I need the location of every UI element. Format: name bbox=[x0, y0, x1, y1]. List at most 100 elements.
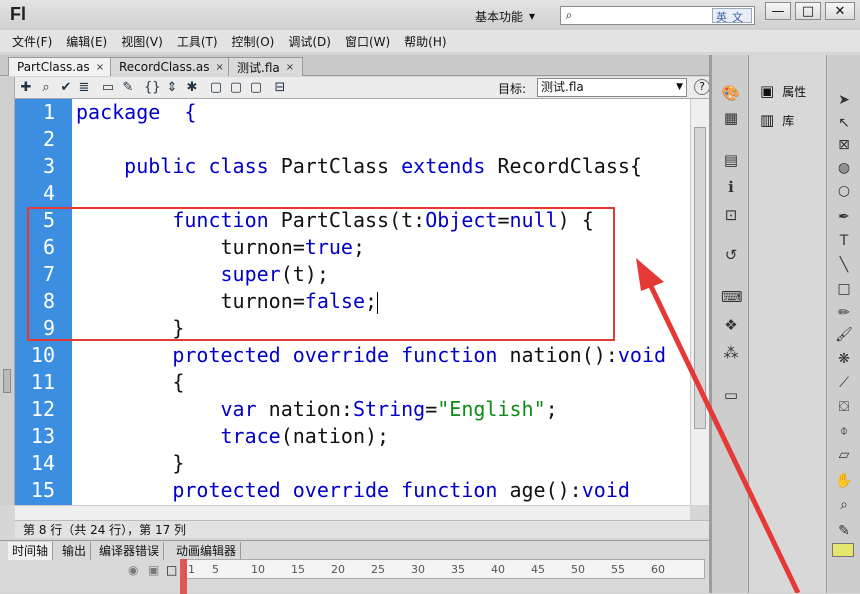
tab-motion-editor[interactable]: 动画编辑器 bbox=[172, 542, 242, 560]
pen-tool-icon[interactable]: ✒ bbox=[834, 207, 854, 227]
remove-comment-icon[interactable]: ▢ bbox=[248, 80, 264, 96]
check-syntax-icon[interactable]: ✔ bbox=[58, 80, 74, 96]
close-icon[interactable]: × bbox=[215, 62, 223, 73]
search-input[interactable] bbox=[577, 7, 687, 24]
3d-rotation-tool-icon[interactable]: ◍ bbox=[834, 158, 854, 178]
eyedropper-tool-icon[interactable]: ⌽ bbox=[834, 421, 854, 441]
ime-indicator[interactable]: 英文 bbox=[712, 8, 752, 24]
code-string: "English" bbox=[437, 397, 546, 421]
close-icon[interactable]: × bbox=[96, 62, 104, 73]
auto-format-icon[interactable]: ≣ bbox=[76, 80, 92, 96]
line-number: 12 bbox=[30, 397, 55, 421]
close-icon[interactable]: × bbox=[286, 62, 294, 73]
eraser-tool-icon[interactable]: ▱ bbox=[834, 445, 854, 465]
eye-icon[interactable]: ◉ bbox=[128, 563, 138, 577]
library-tab[interactable]: ▥ 库 bbox=[760, 111, 794, 129]
code-line[interactable]: protected override function nation():voi… bbox=[76, 342, 666, 369]
motion-presets-icon[interactable]: ⁂ bbox=[721, 343, 741, 363]
target-select[interactable]: 测试.fla ▼ bbox=[537, 78, 687, 97]
code-line[interactable]: } bbox=[76, 450, 184, 477]
tab-recordclass[interactable]: RecordClass.as × bbox=[110, 57, 233, 76]
minimize-button[interactable]: — bbox=[765, 2, 791, 20]
find-icon[interactable]: ⌕ bbox=[38, 80, 54, 96]
vertical-scrollbar[interactable] bbox=[690, 99, 709, 505]
help-search[interactable]: ⌕ 英文 bbox=[560, 6, 755, 25]
paint-bucket-tool-icon[interactable]: ⛋ bbox=[834, 397, 854, 417]
free-transform-tool-icon[interactable]: ⊠ bbox=[834, 135, 854, 155]
menu-help[interactable]: 帮助(H) bbox=[400, 33, 456, 50]
menu-edit[interactable]: 编辑(E) bbox=[62, 33, 117, 50]
help-icon[interactable]: ? bbox=[694, 79, 710, 95]
code-line[interactable]: var nation:String="English"; bbox=[76, 396, 558, 423]
properties-library-panel: ▣ 属性 ▥ 库 bbox=[750, 55, 827, 593]
tab-test-fla[interactable]: 测试.fla × bbox=[228, 57, 304, 76]
stroke-color-icon[interactable]: ✎ bbox=[834, 521, 854, 541]
color-palette-icon[interactable]: 🎨 bbox=[721, 83, 741, 103]
menu-view[interactable]: 视图(V) bbox=[117, 33, 173, 50]
debug-options-icon[interactable]: ✎ bbox=[120, 80, 136, 96]
fill-color-swatch[interactable] bbox=[832, 543, 854, 557]
tab-compiler-errors[interactable]: 编译器错误 bbox=[95, 542, 165, 560]
menu-tools[interactable]: 工具(T) bbox=[173, 33, 228, 50]
tab-output[interactable]: 输出 bbox=[58, 542, 92, 560]
subselection-tool-icon[interactable]: ↖ bbox=[834, 113, 854, 133]
brush-tool-icon[interactable]: 🖌 bbox=[834, 325, 854, 345]
code-snippets-icon[interactable]: ⌨ bbox=[721, 287, 743, 307]
horizontal-scrollbar[interactable] bbox=[15, 505, 690, 520]
code-line[interactable]: trace(nation); bbox=[76, 423, 390, 450]
components-icon[interactable]: ❖ bbox=[721, 315, 741, 335]
frame-tick: 50 bbox=[571, 563, 585, 576]
info-icon[interactable]: ℹ bbox=[721, 177, 741, 197]
history-icon[interactable]: ↺ bbox=[721, 245, 741, 265]
close-button[interactable]: ✕ bbox=[825, 2, 855, 20]
code-line[interactable]: { bbox=[76, 369, 184, 396]
collapse-handle[interactable] bbox=[3, 369, 11, 393]
outline-icon[interactable]: □ bbox=[166, 563, 177, 577]
collapse-between-braces-icon[interactable]: {} bbox=[144, 80, 161, 96]
workspace-switcher[interactable]: 基本功能 ▾ bbox=[465, 6, 545, 26]
code-line[interactable]: protected override function age():void bbox=[76, 477, 630, 504]
apply-line-comment-icon[interactable]: ▢ bbox=[228, 80, 244, 96]
line-number: 3 bbox=[42, 154, 55, 178]
menu-file[interactable]: 文件(F) bbox=[8, 33, 62, 50]
frame-ruler[interactable]: 1 5 10 15 20 25 30 35 40 45 50 55 60 bbox=[185, 559, 705, 579]
tab-timeline[interactable]: 时间轴 bbox=[8, 542, 54, 560]
code-keyword: void bbox=[581, 478, 630, 502]
deco-tool-icon[interactable]: ❋ bbox=[834, 349, 854, 369]
transform-icon[interactable]: ⊡ bbox=[721, 205, 741, 225]
lasso-tool-icon[interactable]: ○ bbox=[834, 181, 854, 201]
swatches-icon[interactable]: ▦ bbox=[721, 108, 741, 128]
menu-debug[interactable]: 调试(D) bbox=[284, 33, 341, 50]
zoom-tool-icon[interactable]: ⌕ bbox=[834, 495, 854, 515]
code-keyword: protected override function bbox=[172, 478, 498, 502]
code-line[interactable]: public class PartClass extends RecordCla… bbox=[76, 153, 642, 180]
playhead[interactable] bbox=[180, 559, 187, 594]
menu-control[interactable]: 控制(O) bbox=[228, 33, 285, 50]
hand-tool-icon[interactable]: ✋ bbox=[834, 471, 854, 491]
collapse-selection-icon[interactable]: ⇕ bbox=[164, 80, 180, 96]
tab-partclass[interactable]: PartClass.as × bbox=[8, 57, 114, 76]
pencil-tool-icon[interactable]: ✏ bbox=[834, 303, 854, 323]
code-line[interactable]: package { bbox=[76, 99, 196, 126]
selection-tool-icon[interactable]: ➤ bbox=[834, 90, 854, 110]
properties-tab[interactable]: ▣ 属性 bbox=[760, 82, 806, 100]
bone-tool-icon[interactable]: ⟋ bbox=[834, 373, 854, 393]
expand-all-icon[interactable]: ✱ bbox=[184, 80, 200, 96]
code-keyword: var bbox=[220, 397, 257, 421]
show-hide-toolbox-icon[interactable]: ⊟ bbox=[272, 80, 288, 96]
apply-block-comment-icon[interactable]: ▢ bbox=[208, 80, 224, 96]
rectangle-tool-icon[interactable]: □ bbox=[834, 279, 854, 299]
add-statement-icon[interactable]: ✚ bbox=[18, 80, 34, 96]
line-tool-icon[interactable]: ╲ bbox=[834, 255, 854, 275]
maximize-button[interactable]: □ bbox=[795, 2, 821, 20]
align-icon[interactable]: ▤ bbox=[721, 150, 741, 170]
text-tool-icon[interactable]: T bbox=[834, 231, 854, 251]
project-icon[interactable]: ▭ bbox=[721, 385, 741, 405]
lock-icon[interactable]: ▣ bbox=[148, 563, 159, 577]
scrollbar-thumb[interactable] bbox=[694, 127, 706, 429]
menu-window[interactable]: 窗口(W) bbox=[341, 33, 400, 50]
frame-tick: 5 bbox=[212, 563, 219, 576]
line-number: 14 bbox=[30, 451, 55, 475]
code-hint-icon[interactable]: ▭ bbox=[100, 80, 116, 96]
